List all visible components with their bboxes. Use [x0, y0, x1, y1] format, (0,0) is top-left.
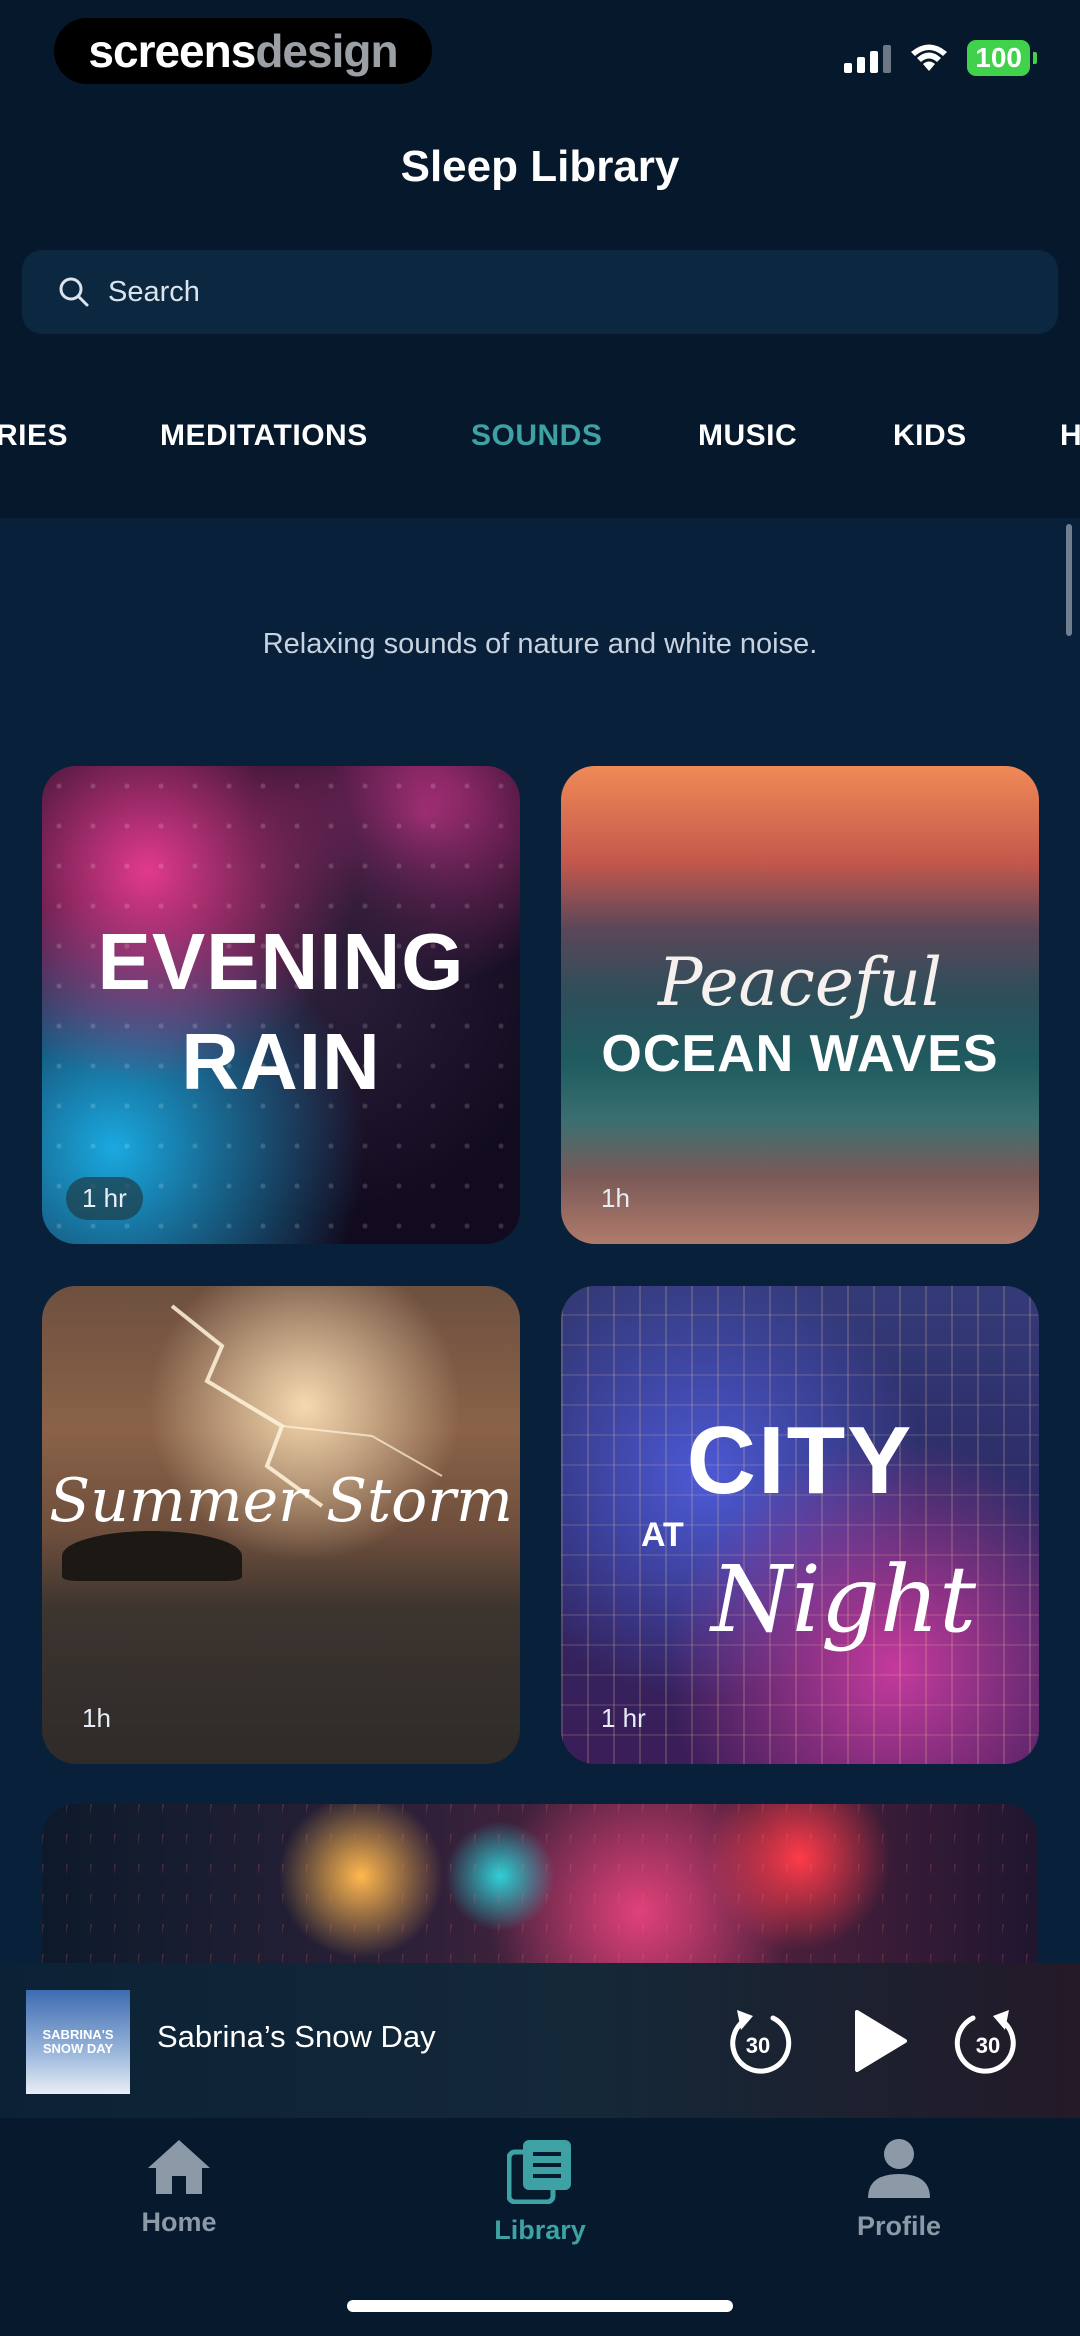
duration-badge: 1h	[82, 1703, 111, 1733]
duration-badge: 1h	[601, 1183, 630, 1213]
sound-card-summer-storm[interactable]: Summer Storm 1h	[42, 1286, 520, 1764]
card-title-line1: Peaceful	[658, 944, 942, 1021]
tab-meditations[interactable]: MEDITATIONS	[160, 419, 368, 453]
tab-stories[interactable]: RIES	[0, 419, 68, 453]
sound-card-partial[interactable]	[42, 1804, 1038, 1984]
scrollbar[interactable]	[1066, 524, 1072, 636]
city-lights-decoration	[561, 1286, 1039, 1764]
logo-text-right: design	[255, 25, 398, 77]
cellular-signal-icon	[844, 43, 892, 73]
page-title: Sleep Library	[400, 142, 680, 191]
category-tabs: RIES MEDITATIONS SOUNDS MUSIC KIDS H	[0, 405, 1080, 475]
search-bar[interactable]	[22, 250, 1058, 334]
card-title-line2: OCEAN WAVES	[601, 1025, 999, 1083]
skip-back-button[interactable]: 30	[718, 2001, 798, 2081]
wifi-icon	[911, 44, 948, 71]
skip-forward-seconds: 30	[976, 2033, 1000, 2058]
tab-bar-label: Library	[494, 2215, 586, 2245]
skip-back-seconds: 30	[746, 2033, 770, 2058]
logo-text-left: screens	[88, 25, 256, 77]
sleep-library-screen: screensdesign 100 Sleep Library RIES MED…	[0, 0, 1080, 2336]
tab-music[interactable]: MUSIC	[698, 419, 797, 453]
rewind-30-icon: 30	[730, 2010, 792, 2074]
card-title-line3: Night	[711, 1546, 977, 1653]
track-title: Sabrina’s Snow Day	[157, 2019, 436, 2054]
header-area: screensdesign 100 Sleep Library RIES MED…	[0, 0, 1080, 518]
tab-next[interactable]: H	[1060, 419, 1080, 453]
sound-card-evening-rain[interactable]: EVENING RAIN 1 hr	[42, 766, 520, 1244]
tab-bar-label: Profile	[856, 2211, 942, 2241]
card-title: Summer Storm	[49, 1466, 513, 1536]
duration-badge: 1 hr	[66, 1177, 143, 1220]
tab-sounds[interactable]: SOUNDS	[471, 419, 602, 453]
forward-30-icon: 30	[954, 2010, 1016, 2074]
duration-badge: 1 hr	[601, 1703, 646, 1733]
card-title-line2: AT	[641, 1516, 684, 1554]
profile-icon	[868, 2139, 930, 2198]
search-icon	[59, 277, 89, 307]
home-icon	[148, 2140, 210, 2194]
play-button[interactable]	[838, 2001, 918, 2081]
track-artwork: SABRINA'S SNOW DAY	[26, 1990, 130, 2094]
battery-indicator: 100	[967, 40, 1037, 76]
tab-kids[interactable]: KIDS	[893, 419, 967, 453]
library-icon	[506, 2140, 571, 2205]
section-description: Relaxing sounds of nature and white nois…	[262, 628, 818, 660]
home-indicator[interactable]	[347, 2300, 733, 2312]
tab-bar-home[interactable]: Home	[79, 2138, 279, 2238]
card-title-line2: RAIN	[181, 1017, 381, 1106]
rain-streaks-decoration	[42, 1804, 1038, 1984]
sound-card-ocean-waves[interactable]: Peaceful OCEAN WAVES 1h	[561, 766, 1039, 1244]
tab-bar-profile[interactable]: Profile	[799, 2138, 999, 2242]
screensdesign-logo: screens design	[54, 18, 432, 84]
mini-player[interactable]: SABRINA'S SNOW DAY Sabrina’s Snow Day 30…	[0, 1963, 1080, 2118]
skip-forward-button[interactable]: 30	[948, 2001, 1028, 2081]
card-title-line1: EVENING	[97, 917, 465, 1006]
card-title-line1: CITY	[686, 1407, 914, 1514]
sound-card-city-at-night[interactable]: CITY AT Night 1 hr	[561, 1286, 1039, 1764]
tab-bar-library[interactable]: Library	[440, 2138, 640, 2246]
tab-bar-label: Home	[141, 2207, 217, 2237]
play-icon	[855, 2010, 907, 2072]
search-input[interactable]	[108, 275, 1008, 309]
status-indicators: 100	[844, 38, 1037, 78]
